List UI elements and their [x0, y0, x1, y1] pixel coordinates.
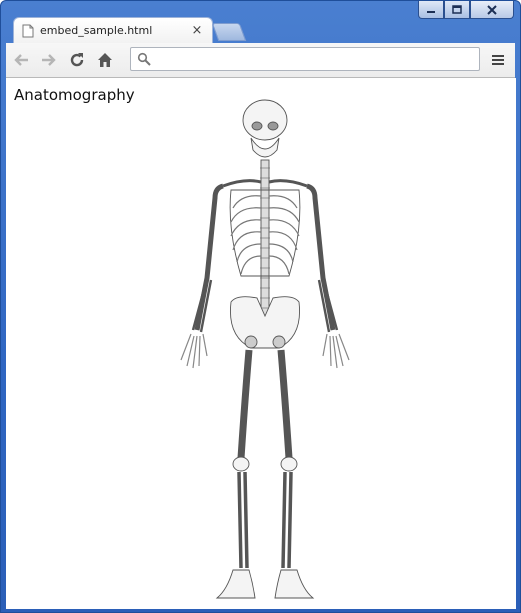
- maximize-icon: [452, 4, 462, 14]
- close-icon: [487, 4, 497, 15]
- browser-window: embed_sample.html × Anatomography: [0, 0, 521, 613]
- tab-close-button[interactable]: ×: [190, 23, 204, 38]
- home-button[interactable]: [92, 47, 118, 73]
- tab-strip: embed_sample.html ×: [7, 17, 514, 43]
- reload-button[interactable]: [64, 47, 90, 73]
- page-icon: [22, 24, 34, 37]
- menu-button[interactable]: [485, 47, 511, 73]
- home-icon: [98, 53, 112, 67]
- browser-toolbar: [6, 43, 515, 78]
- skeleton-figure: [180, 99, 350, 599]
- new-tab-button[interactable]: [211, 23, 247, 41]
- arrow-right-icon: [42, 54, 56, 66]
- tab-title: embed_sample.html: [40, 24, 153, 37]
- anatomy-viewer[interactable]: [161, 98, 371, 606]
- page-content: Anatomography: [6, 78, 516, 609]
- page-heading: Anatomography: [14, 86, 135, 104]
- search-icon: [137, 52, 151, 66]
- tab-embed-sample[interactable]: embed_sample.html ×: [13, 17, 213, 43]
- reload-icon: [70, 53, 84, 67]
- minimize-icon: [427, 10, 435, 13]
- back-button[interactable]: [8, 47, 34, 73]
- hamburger-menu-icon: [492, 55, 504, 65]
- arrow-left-icon: [14, 54, 28, 66]
- forward-button[interactable]: [36, 47, 62, 73]
- address-input[interactable]: [157, 51, 479, 67]
- address-bar[interactable]: [130, 47, 480, 71]
